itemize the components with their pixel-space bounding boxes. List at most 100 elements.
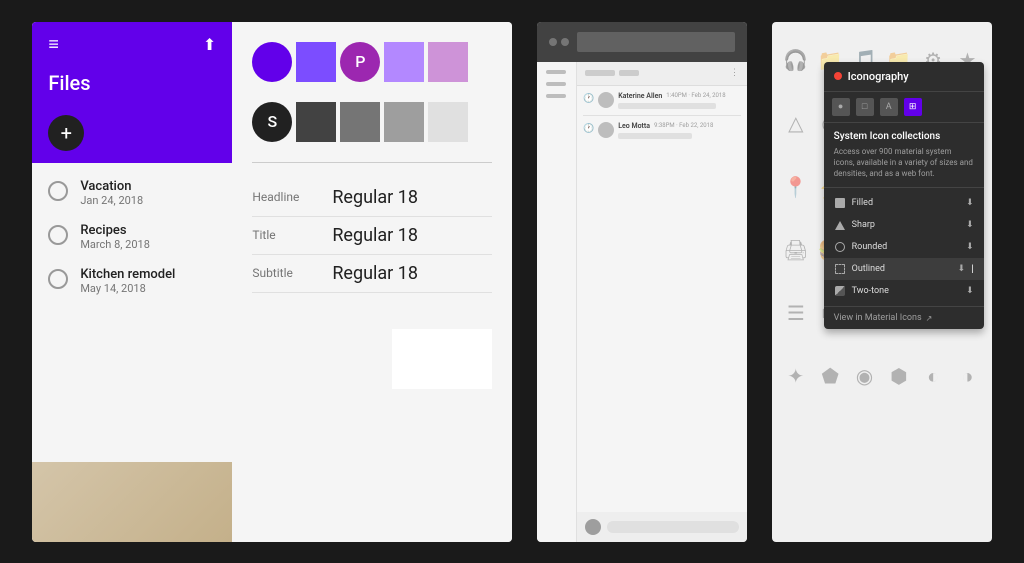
card-tabs[interactable]: ● □ A ⊞ — [824, 92, 984, 123]
divider — [583, 115, 741, 116]
option-rounded[interactable]: Rounded ⬇ — [824, 236, 984, 258]
file-icon — [48, 181, 68, 201]
download-icon[interactable]: ⬇ — [966, 220, 974, 230]
messages-area: 🕐 Katerine Allen 1:40PM · Feb 24, 2018 🕐 — [577, 86, 747, 512]
outlined-icon — [834, 263, 846, 275]
sharp-icon — [834, 219, 846, 231]
option-outlined[interactable]: Outlined ⬇ | — [824, 258, 984, 280]
email-compose-area: ⋮ 🕐 Katerine Allen 1:40PM · Feb 24, 2018 — [537, 62, 747, 542]
file-date: March 8, 2018 — [80, 238, 150, 251]
message-item[interactable]: 🕐 Katerine Allen 1:40PM · Feb 24, 2018 — [583, 92, 741, 109]
files-header: ≡ ⬆ Files + — [32, 22, 232, 163]
type-value: Regular 18 — [332, 187, 418, 208]
file-name: Kitchen remodel — [80, 267, 175, 282]
rounded-icon — [834, 241, 846, 253]
iconography-card: Iconography ● □ A ⊞ System Icon collecti… — [824, 62, 984, 330]
email-left-nav — [537, 62, 577, 542]
nav-icon — [546, 94, 566, 98]
email-footer — [577, 512, 747, 542]
type-value: Regular 18 — [332, 263, 418, 284]
file-info: Kitchen remodel May 14, 2018 — [80, 267, 175, 295]
fab-button[interactable]: + — [48, 115, 84, 151]
email-search-bar[interactable] — [577, 32, 735, 52]
white-box — [392, 329, 492, 389]
compose-bar-block — [585, 70, 615, 76]
tab-square[interactable]: □ — [856, 98, 874, 116]
clock-icon: 🕐 — [583, 124, 594, 134]
card-desc-text: Access over 900 material system icons, a… — [834, 146, 974, 180]
color-swatch-primary-dark — [252, 42, 292, 82]
message-content: Leo Motta 9:38PM · Feb 22, 2018 — [618, 122, 741, 139]
email-dots — [549, 38, 569, 46]
type-value: Regular 18 — [332, 225, 418, 246]
nav-icon — [546, 70, 566, 74]
type-label: Subtitle — [252, 266, 332, 280]
message-time: 9:38PM · Feb 22, 2018 — [654, 122, 713, 129]
view-material-icons-link[interactable]: View in Material Icons ↗ — [824, 306, 984, 329]
option-label: Two-tone — [852, 286, 960, 296]
color-p-circle: P — [340, 42, 380, 82]
card-description: System Icon collections Access over 900 … — [824, 123, 984, 189]
list-item[interactable]: Kitchen remodel May 14, 2018 — [32, 259, 232, 303]
compose-bar: ⋮ — [577, 62, 747, 86]
download-icon[interactable]: ⬇ — [966, 286, 974, 296]
compose-input[interactable] — [607, 521, 739, 533]
typography-title: Title Regular 18 — [252, 217, 492, 255]
external-link-icon: ↗ — [926, 314, 933, 323]
sender-name: Leo Motta — [618, 122, 650, 130]
rounded-circle-icon — [835, 242, 845, 252]
file-icon — [48, 225, 68, 245]
nav-icon — [546, 82, 566, 86]
option-label: Sharp — [852, 220, 960, 230]
file-list: Vacation Jan 24, 2018 Recipes March 8, 2… — [32, 163, 232, 462]
card-options: Filled ⬇ Sharp ⬇ Rounded ⬇ — [824, 188, 984, 306]
compose-icon[interactable] — [585, 519, 601, 535]
bg-icon: ◉ — [848, 346, 880, 407]
email-main-content: ⋮ 🕐 Katerine Allen 1:40PM · Feb 24, 2018 — [577, 62, 747, 542]
message-preview — [618, 103, 716, 109]
middle-panel: ⋮ 🕐 Katerine Allen 1:40PM · Feb 24, 2018 — [537, 22, 747, 542]
message-item[interactable]: 🕐 Leo Motta 9:38PM · Feb 22, 2018 — [583, 122, 741, 139]
type-label: Headline — [252, 190, 332, 204]
share-icon[interactable]: ⬆ — [203, 35, 216, 54]
more-icon[interactable]: ⋮ — [730, 68, 739, 78]
color-row-primary: P — [252, 42, 492, 82]
tab-dot[interactable]: ● — [832, 98, 850, 116]
option-filled[interactable]: Filled ⬇ — [824, 192, 984, 214]
card-desc-title: System Icon collections — [834, 131, 974, 142]
typography-subtitle: Subtitle Regular 18 — [252, 255, 492, 293]
two-tone-square-icon — [835, 286, 845, 296]
download-icon[interactable]: ⬇ — [958, 264, 966, 274]
list-item[interactable]: Recipes March 8, 2018 — [32, 215, 232, 259]
download-icon[interactable]: ⬇ — [966, 242, 974, 252]
option-label: Outlined — [852, 264, 952, 274]
email-header — [537, 22, 747, 62]
message-preview — [618, 133, 692, 139]
window-dot — [561, 38, 569, 46]
list-item[interactable]: Vacation Jan 24, 2018 — [32, 171, 232, 215]
link-text: View in Material Icons — [834, 313, 922, 323]
bg-icon: ◐ — [917, 346, 949, 407]
files-header-top: ≡ ⬆ — [48, 34, 216, 55]
color-swatch-primary-lighter — [428, 42, 468, 82]
files-app: ≡ ⬆ Files + Vacation Jan 24, 2018 Recipe… — [32, 22, 232, 542]
download-icon[interactable]: ⬇ — [966, 198, 974, 208]
option-two-tone[interactable]: Two-tone ⬇ — [824, 280, 984, 302]
file-info: Vacation Jan 24, 2018 — [80, 179, 143, 207]
type-label: Title — [252, 228, 332, 242]
filled-icon — [834, 197, 846, 209]
tab-text[interactable]: A — [880, 98, 898, 116]
bg-icon: 🎧 — [780, 30, 812, 91]
cursor-indicator: | — [971, 264, 973, 275]
option-label: Rounded — [852, 242, 960, 252]
color-swatch-dark — [296, 102, 336, 142]
bg-icon: ⬟ — [814, 346, 846, 407]
hamburger-icon[interactable]: ≡ — [48, 34, 59, 55]
compose-bar-block — [619, 70, 639, 76]
file-info: Recipes March 8, 2018 — [80, 223, 150, 251]
tab-grid[interactable]: ⊞ — [904, 98, 922, 116]
avatar — [598, 92, 614, 108]
color-row-secondary: S — [252, 102, 492, 142]
option-sharp[interactable]: Sharp ⬇ — [824, 214, 984, 236]
palette-area: P S Headline Regular 18 Title Regular 18… — [232, 22, 512, 542]
